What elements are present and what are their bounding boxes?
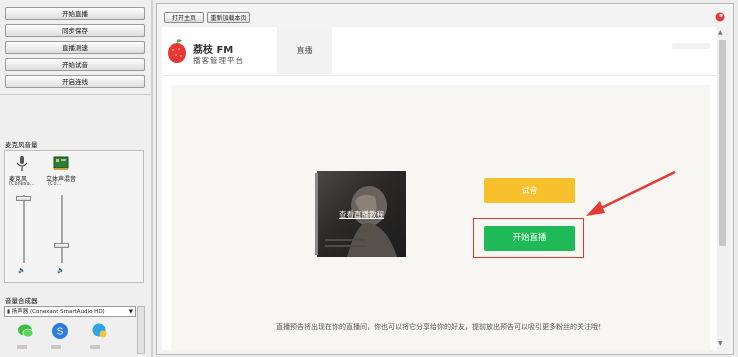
app-icon [17, 345, 27, 349]
scroll-up-icon[interactable]: ▲ [718, 29, 723, 36]
speaker-icon[interactable]: 🔈 [57, 267, 64, 274]
mic-volume-label: 麦克风音量 [5, 141, 38, 149]
app-icon [90, 345, 100, 349]
output-device-value: 扬声器 (Conexant SmartAudio HD) [11, 309, 105, 315]
app-s-icon: S [52, 323, 68, 339]
start-live-button[interactable]: 开始直播 [5, 7, 145, 20]
reload-page-button[interactable]: 重新加载本页 [207, 12, 250, 23]
scroll-down-icon[interactable]: ▼ [718, 340, 723, 347]
mixer-label: 音量合成器 [5, 297, 38, 305]
site-header [162, 27, 717, 76]
status-indicator-icon [715, 12, 725, 22]
chevron-down-icon: ▼ [128, 309, 133, 315]
stereo-device-sub: (Co… [48, 181, 62, 187]
speed-test-button[interactable]: 直播测速 [5, 41, 145, 54]
mic-device-sub: (Conexa… [9, 181, 35, 187]
speaker-icon[interactable]: 🔈 [18, 267, 25, 274]
logo-subtitle: 播客管理平台 [193, 56, 244, 65]
output-device-select[interactable]: ▮ 扬声器 (Conexant SmartAudio HD) ▼ [4, 306, 136, 317]
mic-volume-slider[interactable] [16, 196, 31, 201]
wechat-icon [18, 324, 34, 338]
stereo-volume-slider[interactable] [54, 243, 69, 248]
panel-splitter[interactable] [151, 0, 153, 357]
sound-card-icon [53, 156, 69, 170]
lychee-logo-icon[interactable] [166, 38, 188, 64]
start-trial-button[interactable]: 开始试音 [5, 58, 145, 71]
view-tutorial-link[interactable]: 查看直播教程 [317, 209, 406, 220]
sync-save-button[interactable]: 同步保存 [5, 24, 145, 37]
svg-text:S: S [57, 327, 64, 338]
web-scrollbar-thumb[interactable] [719, 40, 726, 246]
tab-live[interactable]: 直播 [277, 27, 332, 74]
mixer-scrollbar[interactable] [137, 306, 145, 354]
mic-volume-track [23, 195, 25, 263]
microphone-icon [16, 156, 28, 171]
live-preview-note: 直播预告将出现在你的直播间，你也可以将它分享给你的好友，提前放出预告可以吸引更多… [276, 323, 605, 331]
app-icon [51, 345, 61, 349]
chat-app-icon [92, 323, 107, 338]
trial-button[interactable]: 试音 [484, 178, 575, 203]
open-home-button[interactable]: 打开主页 [164, 12, 204, 23]
annotation-arrow-icon [586, 170, 676, 216]
start-live-web-button[interactable]: 开始直播 [484, 226, 575, 251]
speaker-small-icon: ▮ [7, 309, 11, 315]
user-menu[interactable] [672, 43, 710, 49]
divider [0, 94, 151, 95]
logo-title: 荔枝 FM [193, 45, 234, 56]
start-connect-button[interactable]: 开启连线 [5, 75, 145, 88]
stereo-volume-track [61, 195, 63, 263]
